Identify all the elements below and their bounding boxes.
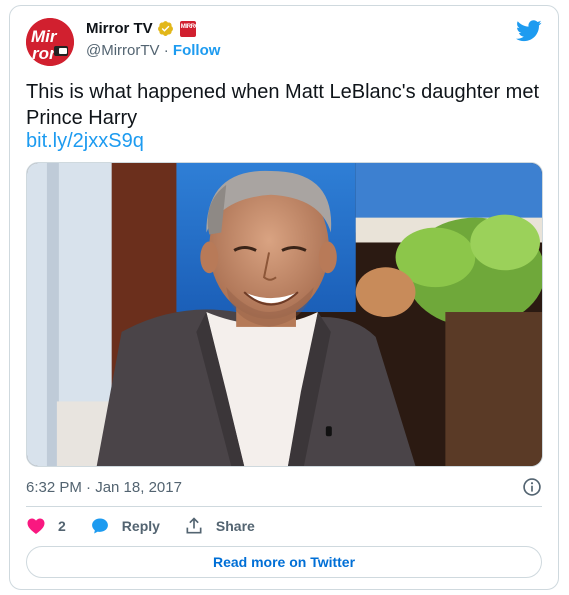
reply-label: Reply <box>121 518 160 534</box>
tweet-link[interactable]: bit.ly/2jxxS9q <box>26 130 144 153</box>
tweet-card: Mir ror Mirror TV MIRROR @MirrorTV · Fol… <box>9 5 559 590</box>
verified-icon <box>157 21 173 36</box>
author-name-row[interactable]: Mirror TV MIRROR <box>86 20 204 37</box>
tweet-media-image[interactable] <box>26 162 543 467</box>
author-avatar[interactable]: Mir ror <box>26 18 74 66</box>
like-count: 2 <box>58 518 66 534</box>
svg-text:ror: ror <box>32 44 57 63</box>
author-name[interactable]: Mirror TV <box>86 20 153 37</box>
twitter-bird-icon[interactable] <box>516 20 542 42</box>
tweet-text: This is what happened when Matt LeBlanc'… <box>26 81 540 129</box>
read-more-button[interactable]: Read more on Twitter <box>26 546 542 578</box>
share-icon <box>186 517 202 534</box>
like-button[interactable]: 2 <box>26 516 66 536</box>
separator: · <box>163 42 169 59</box>
heart-icon <box>27 518 45 534</box>
divider <box>26 506 542 507</box>
reply-bubble-icon <box>91 518 108 534</box>
follow-link[interactable]: Follow <box>173 42 221 59</box>
info-icon[interactable] <box>522 477 542 497</box>
action-bar: 2 Reply Share <box>26 514 255 538</box>
reply-button[interactable]: Reply <box>90 516 160 536</box>
handle-row: @MirrorTV · Follow <box>86 42 220 59</box>
share-button[interactable]: Share <box>184 516 255 536</box>
share-label: Share <box>215 518 255 534</box>
affiliate-badge: MIRROR <box>179 20 204 37</box>
tweet-timestamp[interactable]: 6:32 PM · Jan 18, 2017 <box>26 479 182 496</box>
author-handle[interactable]: @MirrorTV <box>86 42 160 59</box>
